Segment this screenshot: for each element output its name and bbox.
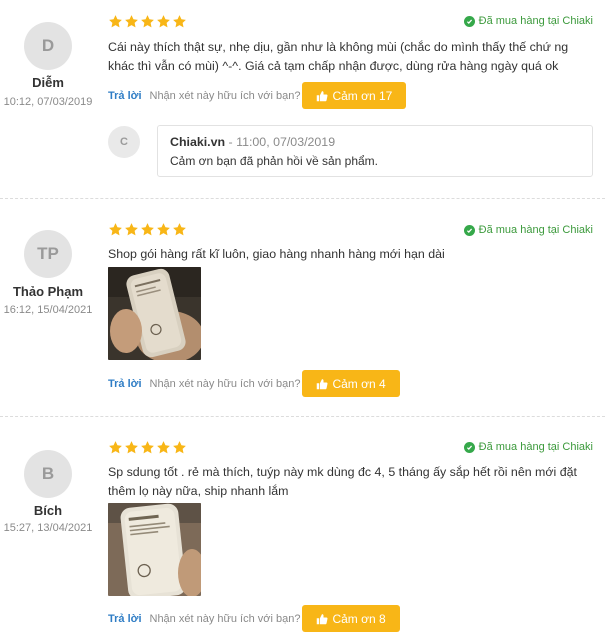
shop-reply-header: Chiaki.vn - 11:00, 07/03/2019	[170, 134, 580, 150]
shop-avatar: C	[108, 126, 140, 158]
verified-purchase-badge: Đã mua hàng tại Chiaki	[463, 15, 593, 27]
review-text: Cái này thích thật sự, nhẹ dịu, gần như …	[108, 40, 569, 73]
verified-label: Đã mua hàng tại Chiaki	[478, 441, 593, 453]
check-circle-icon	[463, 441, 475, 453]
check-circle-icon	[463, 224, 475, 236]
review-date: 15:27, 13/04/2021	[3, 522, 93, 534]
star-icon	[172, 440, 187, 455]
thumbs-up-icon	[317, 90, 328, 101]
review-item: D Diễm 10:12, 07/03/2019 Đã mua hàng tại…	[0, 0, 605, 200]
thanks-button[interactable]: Cảm ơn 17	[302, 82, 407, 109]
star-rating	[108, 14, 187, 29]
star-icon	[140, 14, 155, 29]
verified-purchase-badge: Đã mua hàng tại Chiaki	[463, 224, 593, 236]
review-photo[interactable]	[108, 267, 201, 360]
star-rating	[108, 222, 187, 237]
reply-link[interactable]: Trả lời	[108, 613, 142, 625]
avatar-initial: D	[41, 36, 55, 55]
star-icon	[156, 440, 171, 455]
star-icon	[172, 14, 187, 29]
thumbs-up-icon	[317, 378, 328, 389]
review-actions: Trả lời Nhận xét này hữu ích với bạn? Cả…	[108, 370, 400, 397]
review-date: 16:12, 15/04/2021	[3, 304, 93, 316]
star-icon	[140, 440, 155, 455]
star-icon	[140, 222, 155, 237]
review-actions: Trả lời Nhận xét này hữu ích với bạn? Cả…	[108, 605, 400, 632]
review-photo[interactable]	[108, 503, 201, 596]
shop-reply-text: Cảm ơn bạn đã phản hồi về sản phẩm.	[170, 154, 379, 168]
verified-label: Đã mua hàng tại Chiaki	[478, 15, 593, 27]
star-rating	[108, 440, 187, 455]
review-text: Sp sdung tốt . rẻ mà thích, tuýp này mk …	[108, 465, 577, 498]
verified-purchase-badge: Đã mua hàng tại Chiaki	[463, 441, 593, 453]
star-icon	[108, 440, 123, 455]
reviewer-name: Diễm	[32, 75, 64, 90]
helpful-question: Nhận xét này hữu ích với bạn?	[149, 89, 301, 102]
review-item: TP Thảo Phạm 16:12, 15/04/2021 Đã mua hà…	[0, 200, 605, 418]
avatar-initial: TP	[37, 244, 59, 263]
review-actions: Trả lời Nhận xét này hữu ích với bạn? Cả…	[108, 82, 407, 109]
thumbs-up-icon	[317, 613, 328, 624]
avatar: B	[24, 450, 72, 498]
thanks-count: Cảm ơn 8	[332, 611, 386, 626]
review-item: B Bích 15:27, 13/04/2021 Đã mua hàng tại…	[0, 418, 605, 640]
divider	[0, 198, 605, 199]
divider	[0, 416, 605, 417]
review-text: Shop gói hàng rất kĩ luôn, giao hàng nha…	[108, 247, 445, 261]
star-icon	[124, 440, 139, 455]
shop-reply: Chiaki.vn - 11:00, 07/03/2019 Cảm ơn bạn…	[157, 125, 593, 177]
thanks-count: Cảm ơn 4	[332, 376, 386, 391]
star-icon	[156, 14, 171, 29]
star-icon	[156, 222, 171, 237]
reviewer-name: Thảo Phạm	[12, 284, 84, 299]
reply-link[interactable]: Trả lời	[108, 90, 142, 102]
avatar: D	[24, 22, 72, 70]
avatar: TP	[24, 230, 72, 278]
star-icon	[124, 222, 139, 237]
thanks-button[interactable]: Cảm ơn 8	[302, 605, 400, 632]
star-icon	[108, 14, 123, 29]
avatar-initial: B	[41, 464, 55, 483]
reviewer-name: Bích	[33, 503, 63, 518]
shop-reply-time: - 11:00, 07/03/2019	[225, 135, 336, 149]
reply-link[interactable]: Trả lời	[108, 378, 142, 390]
verified-label: Đã mua hàng tại Chiaki	[478, 224, 593, 236]
shop-avatar-initial: C	[120, 136, 128, 148]
review-date: 10:12, 07/03/2019	[3, 96, 93, 108]
helpful-question: Nhận xét này hữu ích với bạn?	[149, 377, 301, 390]
check-circle-icon	[463, 15, 475, 27]
star-icon	[124, 14, 139, 29]
thanks-button[interactable]: Cảm ơn 4	[302, 370, 400, 397]
helpful-question: Nhận xét này hữu ích với bạn?	[149, 612, 301, 625]
thanks-count: Cảm ơn 17	[332, 88, 393, 103]
star-icon	[172, 222, 187, 237]
shop-name: Chiaki.vn	[170, 135, 226, 149]
star-icon	[108, 222, 123, 237]
